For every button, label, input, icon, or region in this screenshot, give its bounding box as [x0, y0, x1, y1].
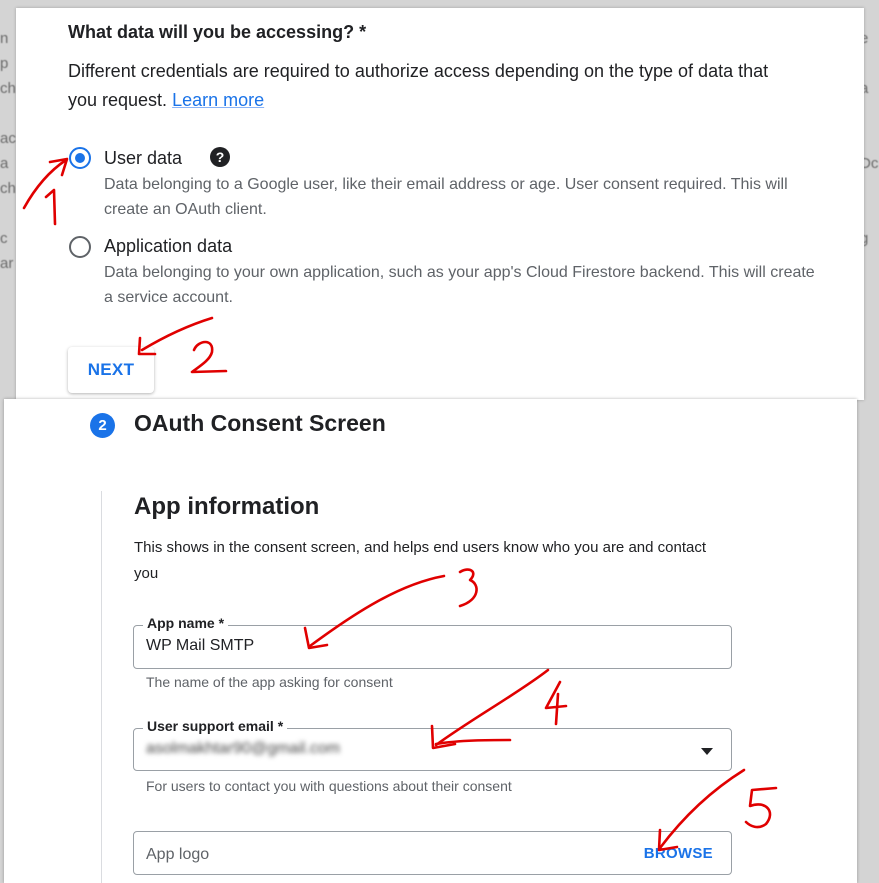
- user-data-radio[interactable]: [69, 147, 91, 169]
- app-logo-field[interactable]: App logo BROWSE: [133, 831, 732, 875]
- user-support-email-select[interactable]: User support email * asolmakhtar90@gmail…: [133, 718, 732, 771]
- app-name-label: App name *: [143, 615, 229, 631]
- step-title: OAuth Consent Screen: [134, 410, 386, 436]
- app-name-field[interactable]: App name * WP Mail SMTP: [133, 615, 732, 669]
- app-logo-placeholder: App logo: [146, 846, 210, 863]
- application-data-help: Data belonging to your own application, …: [104, 264, 815, 306]
- question-title: What data will you be accessing? *: [68, 22, 367, 42]
- credential-type-panel: What data will you be accessing? * Diffe…: [16, 8, 864, 400]
- user-data-label[interactable]: User data: [104, 148, 182, 169]
- app-information-description: This shows in the consent screen, and he…: [134, 539, 706, 582]
- dropdown-arrow-icon[interactable]: [701, 748, 713, 755]
- app-name-value[interactable]: WP Mail SMTP: [146, 637, 254, 655]
- step-connector-line: [101, 491, 102, 883]
- application-data-label[interactable]: Application data: [104, 236, 232, 257]
- app-name-hint: The name of the app asking for consent: [146, 674, 393, 690]
- help-question-icon[interactable]: ?: [210, 147, 230, 167]
- user-data-help: Data belonging to a Google user, like th…: [104, 176, 788, 218]
- step-number-badge: 2: [90, 413, 115, 438]
- user-support-email-label: User support email *: [143, 718, 288, 734]
- oauth-consent-panel: 2 OAuth Consent Screen App information T…: [4, 399, 857, 883]
- user-support-email-value: asolmakhtar90@gmail.com: [146, 740, 341, 757]
- user-support-email-hint: For users to contact you with questions …: [146, 778, 512, 794]
- next-button[interactable]: NEXT: [68, 347, 154, 393]
- application-data-radio[interactable]: [69, 236, 91, 258]
- learn-more-link[interactable]: Learn more: [172, 90, 264, 110]
- browse-button[interactable]: BROWSE: [644, 845, 713, 862]
- app-information-title: App information: [134, 493, 320, 520]
- question-description: Different credentials are required to au…: [68, 57, 788, 115]
